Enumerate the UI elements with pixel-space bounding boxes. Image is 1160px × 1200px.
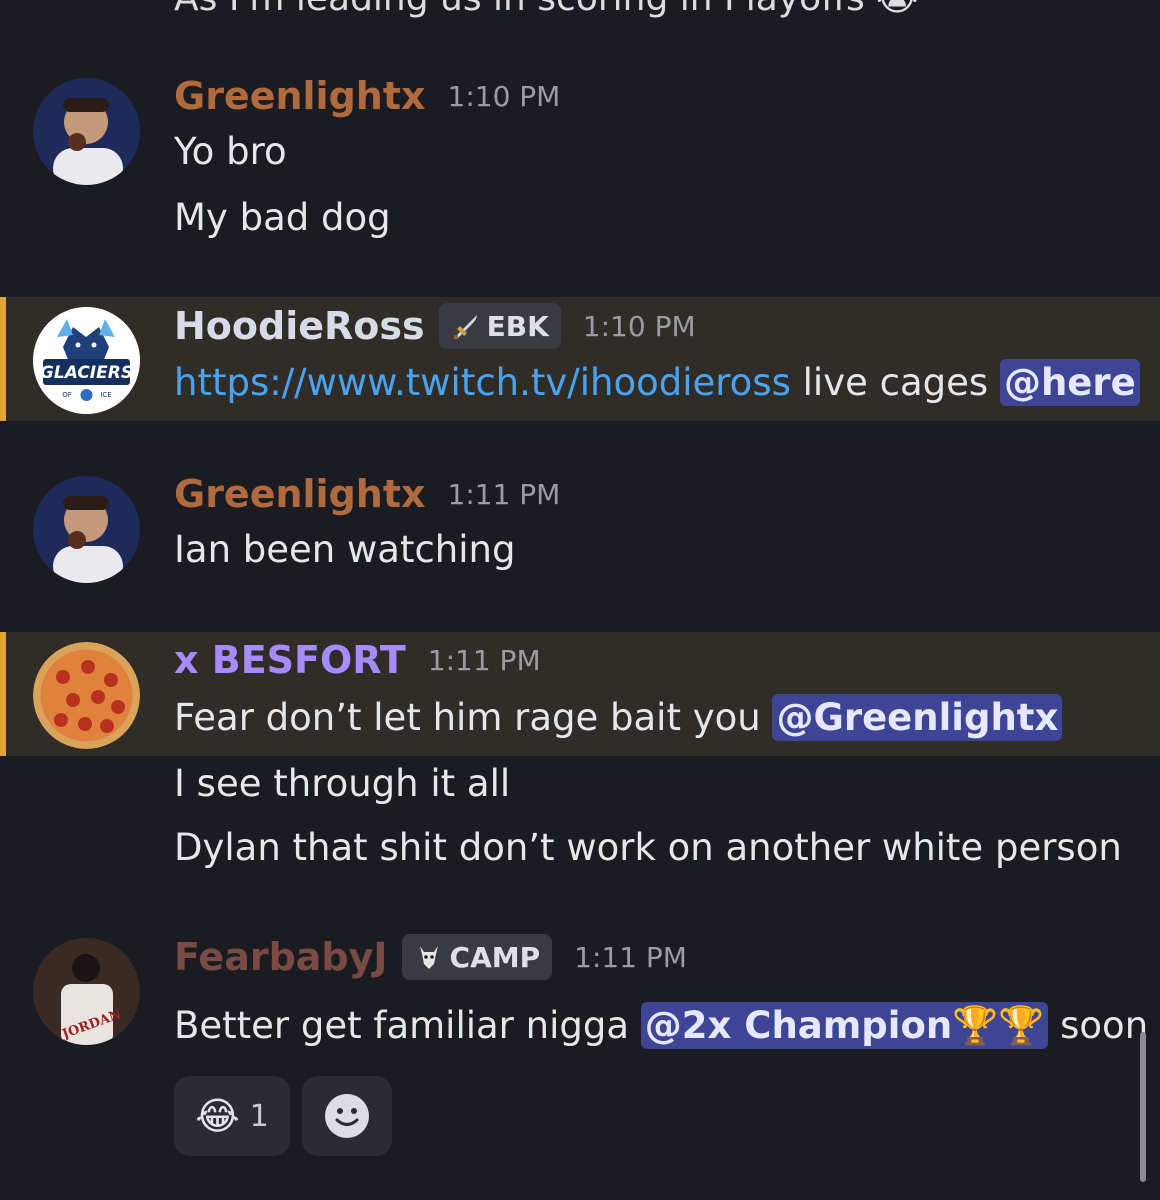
- role-tag[interactable]: EBK: [438, 303, 561, 349]
- scrollbar[interactable]: [1140, 1032, 1146, 1182]
- avatar[interactable]: [33, 476, 140, 583]
- message-fearbabyj[interactable]: JORDAN FearbabyJ CAMP 1:11 PM Better get…: [0, 920, 1160, 1080]
- smiley-icon: [325, 1094, 369, 1138]
- role-tag-label: EBK: [486, 309, 549, 343]
- message-text: Fear don’t let him rage bait you: [174, 696, 773, 739]
- message-text: Yo bro: [174, 130, 287, 173]
- username[interactable]: Greenlightx: [174, 472, 426, 516]
- mention-2x-champion[interactable]: @2x Champion🏆🏆: [640, 1002, 1049, 1049]
- message-besfort[interactable]: x BESFORT 1:11 PM Fear don’t let him rag…: [0, 632, 1160, 756]
- message-text: I see through it all: [174, 762, 511, 805]
- add-reaction-button[interactable]: [302, 1076, 392, 1156]
- reaction-laughing[interactable]: 😂 1: [174, 1076, 290, 1156]
- message-greenlightx-2[interactable]: Greenlightx 1:11 PM Ian been watching: [0, 458, 1160, 618]
- timestamp: 1:10 PM: [447, 79, 561, 113]
- message-text: Better get familiar nigga: [174, 1004, 641, 1047]
- avatar-logo-text: GLACIERS: [40, 363, 133, 383]
- message-text: Ian been watching: [174, 528, 516, 571]
- username[interactable]: Greenlightx: [174, 74, 426, 118]
- message-text: Dylan that shit don’t work on another wh…: [174, 826, 1122, 869]
- avatar[interactable]: GLACIERS OF ICE: [33, 307, 140, 414]
- avatar[interactable]: [33, 642, 140, 749]
- message-body: https://www.twitch.tv/ihoodieross live c…: [174, 359, 1140, 406]
- message-greenlightx-1[interactable]: Greenlightx 1:10 PM Yo bro My bad dog: [0, 60, 1160, 280]
- message-text: My bad dog: [174, 196, 391, 239]
- mention-here[interactable]: @here: [999, 359, 1140, 406]
- role-tag[interactable]: CAMP: [401, 934, 553, 980]
- message-link[interactable]: https://www.twitch.tv/ihoodieross: [174, 361, 791, 404]
- message-body: Better get familiar nigga @2x Champion🏆🏆…: [174, 1002, 1149, 1049]
- previous-message-partial: As I'm leading us in scoring in Playoffs…: [174, 0, 918, 19]
- username[interactable]: HoodieRoss: [174, 304, 425, 348]
- avatar-logo-sub-left: OF: [62, 391, 72, 399]
- username[interactable]: x BESFORT: [174, 638, 406, 682]
- message-hoodieross[interactable]: GLACIERS OF ICE HoodieRoss EBK 1:10 PM h…: [0, 297, 1160, 421]
- username[interactable]: FearbabyJ: [174, 935, 388, 979]
- message-body: Fear don’t let him rage bait you @Greenl…: [174, 694, 1063, 741]
- timestamp: 1:11 PM: [447, 477, 561, 511]
- reaction-count: 1: [249, 1098, 269, 1134]
- timestamp: 1:11 PM: [427, 643, 541, 677]
- avatar[interactable]: JORDAN: [33, 938, 140, 1045]
- avatar[interactable]: [33, 78, 140, 185]
- message-text: live cages: [790, 361, 1000, 404]
- message-text: soon: [1048, 1004, 1149, 1047]
- goat-icon: [419, 946, 438, 969]
- sword-icon: [453, 315, 477, 339]
- timestamp: 1:11 PM: [574, 940, 687, 974]
- mention-greenlightx[interactable]: @Greenlightx: [772, 694, 1063, 741]
- role-tag-label: CAMP: [449, 940, 541, 974]
- avatar-logo-sub-right: ICE: [100, 391, 111, 399]
- timestamp: 1:10 PM: [582, 309, 696, 343]
- laughing-emoji-icon: 😂: [195, 1094, 240, 1138]
